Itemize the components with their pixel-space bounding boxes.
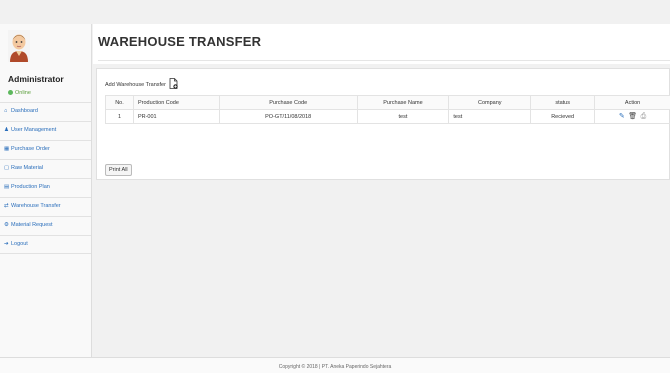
logout-icon: ➔ [4, 241, 9, 247]
sidebar-item-material-request[interactable]: ⚙ Material Request [0, 216, 91, 235]
copyright-text: Copyright © 2018 | PT. Aneka Paperindo S… [278, 364, 392, 370]
add-warehouse-transfer-link[interactable]: Add Warehouse Transfer [105, 78, 178, 89]
column-header-purchase-name[interactable]: Purchase Name [356, 95, 450, 110]
cell-no: 1 [105, 109, 134, 124]
page-header: WAREHOUSE TRANSFER [93, 24, 670, 64]
column-header-action: Action [594, 95, 670, 110]
sidebar-item-label: Raw Material [11, 165, 44, 171]
sidebar-item-raw-material[interactable]: ▢ Raw Material [0, 159, 91, 178]
user-name: Administrator [8, 74, 64, 84]
cell-purchase-code: PO-GT/11/08/2018 [218, 109, 358, 124]
sidebar-item-label: Material Request [11, 222, 53, 228]
table-icon: ▦ [4, 146, 10, 152]
cell-production-code: PR-001 [132, 109, 220, 124]
sidebar-item-label: Production Plan [11, 184, 50, 190]
table-row: 1 PR-001 PO-GT/11/08/2018 test test Reci… [105, 109, 670, 124]
print-all-button[interactable]: Print All [105, 164, 132, 176]
sidebar-item-label: Logout [11, 241, 28, 247]
sidebar-nav: ⌂ Dashboard ♟ User Management ▦ Purchase Or… [0, 102, 91, 254]
sidebar-item-label: Warehouse Transfer [11, 203, 61, 209]
page-title: WAREHOUSE TRANSFER [98, 34, 262, 49]
edit-icon[interactable]: ✎ [619, 112, 625, 120]
box-icon: ▢ [4, 165, 10, 171]
sidebar-item-label: Dashboard [11, 108, 38, 114]
sidebar-item-logout[interactable]: ➔ Logout [0, 235, 91, 254]
sidebar-item-production-plan[interactable]: ▤ Production Plan [0, 178, 91, 197]
sidebar-item-dashboard[interactable]: ⌂ Dashboard [0, 102, 91, 121]
trash-icon[interactable]: 🗑 [628, 112, 637, 120]
column-header-production-code[interactable]: Production Code [132, 95, 220, 110]
cell-status: Recieved [530, 109, 596, 124]
sidebar-item-purchase-order[interactable]: ▦ Purchase Order [0, 140, 91, 159]
warehouse-transfer-table: No. Production Code Purchase Code Purcha… [105, 95, 670, 124]
avatar [8, 30, 30, 62]
online-dot-icon [8, 90, 13, 95]
add-link-label: Add Warehouse Transfer [105, 82, 166, 88]
transfer-panel: Add Warehouse Transfer No. Production Co… [96, 68, 670, 180]
sidebar: Administrator Online ⌂ Dashboard ♟ User Ma… [0, 24, 92, 357]
user-icon: ♟ [4, 127, 9, 133]
add-file-icon [169, 78, 178, 89]
column-header-status[interactable]: status [530, 95, 596, 110]
online-status-label: Online [15, 90, 31, 96]
online-status: Online [0, 88, 91, 102]
cell-company: test [448, 109, 532, 124]
main-content: WAREHOUSE TRANSFER Add Warehouse Transfe… [93, 24, 670, 357]
sidebar-item-user-management[interactable]: ♟ User Management [0, 121, 91, 140]
settings-icon: ⚙ [4, 222, 9, 228]
footer: Copyright © 2018 | PT. Aneka Paperindo S… [0, 357, 670, 373]
sidebar-item-warehouse-transfer[interactable]: ⇄ Warehouse Transfer [0, 197, 91, 216]
column-header-company[interactable]: Company [448, 95, 532, 110]
top-bar [0, 0, 670, 24]
calendar-icon: ▤ [4, 184, 10, 190]
sidebar-item-label: User Management [11, 127, 57, 133]
sidebar-item-label: Purchase Order [11, 146, 50, 152]
print-icon[interactable]: ⎙ [641, 113, 647, 121]
header-divider [98, 60, 670, 61]
column-header-no[interactable]: No. [105, 95, 134, 110]
cell-actions: ✎ 🗑 ⎙ [594, 109, 670, 124]
cell-purchase-name: test [356, 109, 450, 124]
home-icon: ⌂ [4, 108, 8, 114]
avatar-box [0, 24, 91, 66]
column-header-purchase-code[interactable]: Purchase Code [218, 95, 358, 110]
table-header-row: No. Production Code Purchase Code Purcha… [105, 95, 670, 110]
transfer-icon: ⇄ [4, 203, 9, 209]
